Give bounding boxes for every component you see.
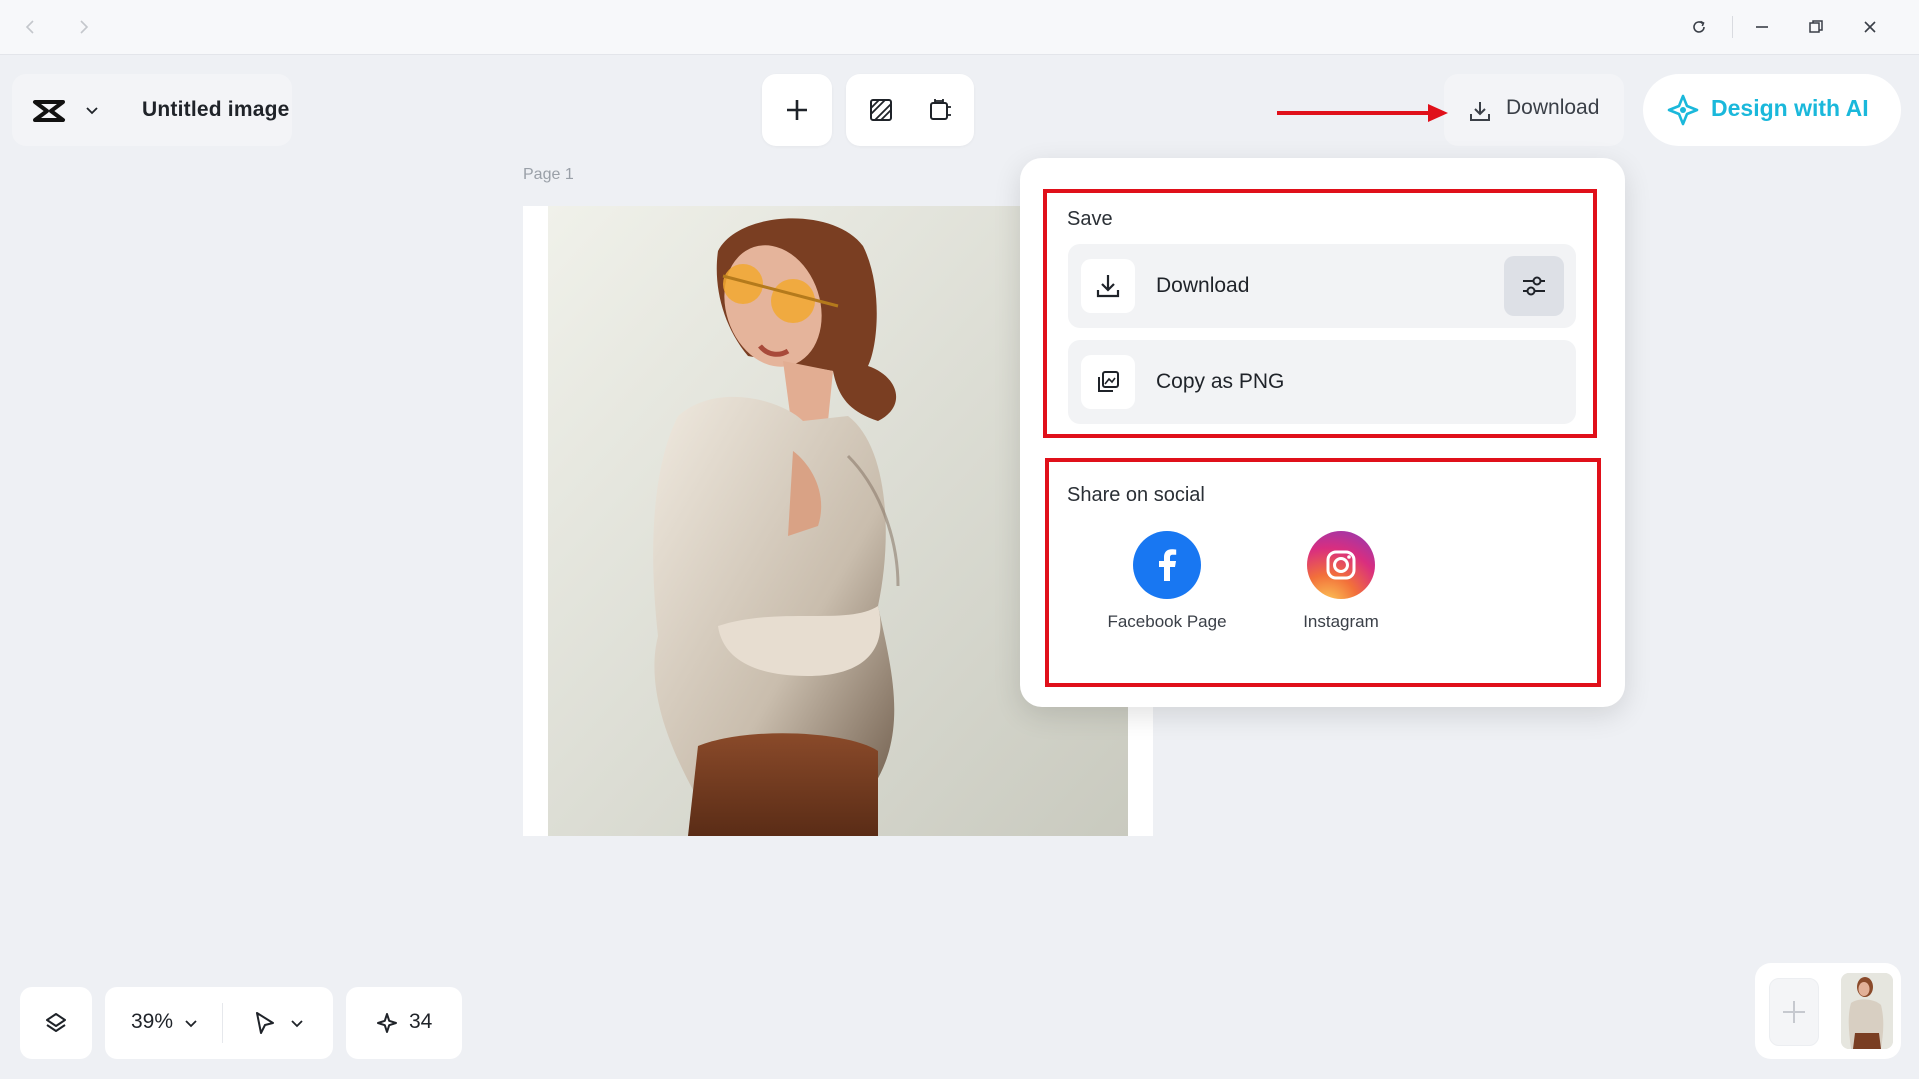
document-header: Untitled image [12, 74, 292, 146]
zoom-level[interactable]: 39% [131, 1010, 173, 1034]
download-button[interactable]: Download [1444, 74, 1624, 146]
credits-count: 34 [409, 1010, 433, 1033]
chevron-down-icon[interactable] [84, 103, 100, 119]
edit-tools [846, 74, 974, 146]
page-thumbnail[interactable] [1841, 973, 1893, 1049]
ai-sparkle-icon [1667, 94, 1699, 126]
refresh-icon[interactable] [1684, 12, 1714, 42]
layers-icon [46, 1013, 66, 1032]
design-with-ai-button[interactable]: Design with AI [1643, 74, 1901, 146]
add-button[interactable] [762, 74, 832, 146]
zoom-and-pointer-controls: 39% [105, 987, 333, 1059]
titlebar-divider [1732, 16, 1733, 38]
zoom-chevron-down-icon[interactable] [183, 1016, 199, 1032]
annotation-box-save [1043, 189, 1597, 438]
restore-icon[interactable] [1801, 12, 1831, 42]
forward-icon[interactable] [68, 12, 98, 42]
pointer-chevron-down-icon[interactable] [289, 1016, 305, 1032]
minimize-icon[interactable] [1747, 12, 1777, 42]
download-label: Download [1506, 96, 1600, 119]
pointer-icon[interactable] [253, 1010, 277, 1036]
annotation-arrow-line [1277, 111, 1432, 115]
download-icon [1470, 102, 1490, 121]
capcut-logo-icon[interactable] [32, 98, 66, 124]
ai-credits-button[interactable]: 34 [346, 987, 462, 1059]
close-icon[interactable] [1855, 12, 1885, 42]
plus-icon [787, 100, 807, 120]
page-thumbnails [1755, 963, 1901, 1059]
sparkle-icon [377, 1013, 397, 1033]
layers-button[interactable] [20, 987, 92, 1059]
add-page-button[interactable] [1769, 978, 1819, 1046]
annotation-arrow-head [1428, 104, 1448, 122]
toolbar-divider [222, 1003, 223, 1043]
background-remove-icon[interactable] [869, 98, 893, 122]
title-bar [0, 0, 1919, 55]
plus-icon [1783, 1001, 1805, 1023]
document-title[interactable]: Untitled image [142, 98, 289, 122]
back-icon[interactable] [16, 12, 46, 42]
page-label: Page 1 [523, 166, 574, 183]
design-with-ai-label: Design with AI [1711, 95, 1869, 121]
annotation-box-share [1045, 458, 1601, 687]
resize-icon[interactable] [926, 97, 952, 123]
